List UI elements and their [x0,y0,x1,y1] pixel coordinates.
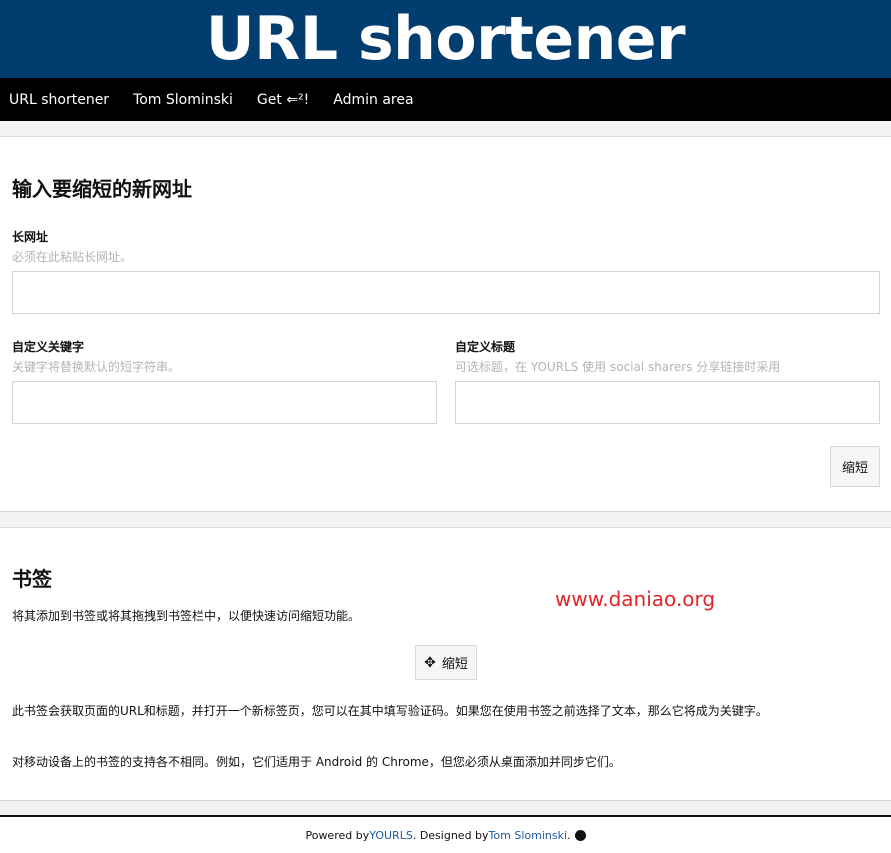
nav-url-shortener[interactable]: URL shortener [9,92,109,108]
move-icon: ✥ [424,654,436,671]
footer-designed: . Designed by [412,828,489,842]
shorten-button[interactable]: 缩短 [830,446,880,487]
custom-title-input[interactable] [455,381,880,424]
section-gap [0,801,891,815]
form-heading: 输入要缩短的新网址 [12,177,192,201]
bookmarklet-card: 书签 将其添加到书签或将其拖拽到书签栏中，以便快速访问缩短功能。 www.dan… [0,528,891,801]
footer-yourls-link[interactable]: YOURLS [369,829,413,842]
section-gap [0,121,891,137]
bookmarklet-button-label: 缩短 [441,657,468,672]
top-nav: URL shortener Tom Slominski Get ⇐²! Admi… [0,78,891,121]
bookmarklet-heading: 书签 [12,567,52,591]
footer: Powered by YOURLS . Designed by Tom Slom… [0,815,891,853]
keyword-input[interactable] [12,381,437,424]
github-icon[interactable] [574,829,586,841]
site-header: URL shortener [0,0,891,78]
custom-title-hint: 可选标题，在 YOURLS 使用 social sharers 分享链接时采用 [455,360,781,374]
bookmarklet-description: 此书签会获取页面的URL和标题，并打开一个新标签页，您可以在其中填写验证码。如果… [12,704,768,718]
nav-admin-area[interactable]: Admin area [333,92,413,108]
custom-title-label: 自定义标题 [455,340,516,354]
new-url-card: 输入要缩短的新网址 长网址 必须在此粘贴长网址。 自定义关键字 关键字将替换默认… [0,137,891,512]
site-title: URL shortener [205,4,686,74]
footer-powered: Powered by [305,828,370,842]
long-url-hint: 必须在此粘贴长网址。 [12,250,133,264]
keyword-label: 自定义关键字 [12,340,85,354]
footer-author-link[interactable]: Tom Slominski [489,829,567,842]
section-gap [0,512,891,528]
bookmarklet-button[interactable]: ✥ 缩短 [415,645,477,680]
nav-tom-slominski[interactable]: Tom Slominski [133,92,233,108]
footer-end: . [567,828,571,842]
bookmarklet-mobile-note: 对移动设备上的书签的支持各不相同。例如，它们适用于 Android 的 Chro… [12,755,621,769]
bookmarklet-intro: 将其添加到书签或将其拖拽到书签栏中，以便快速访问缩短功能。 [12,609,361,623]
watermark-text: www.daniao.org [555,587,716,611]
long-url-label: 长网址 [12,230,49,244]
long-url-input[interactable] [12,271,880,314]
nav-get[interactable]: Get ⇐²! [257,92,309,108]
keyword-hint: 关键字将替换默认的短字符串。 [12,360,181,374]
